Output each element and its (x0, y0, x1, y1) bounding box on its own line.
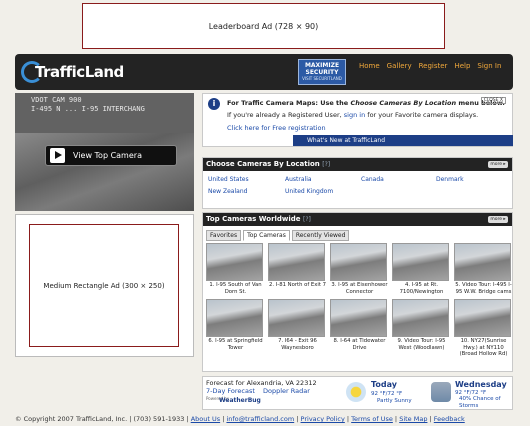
tab-top-cameras[interactable]: Top Cameras (243, 230, 290, 241)
location-new-zealand[interactable]: New Zealand (208, 188, 247, 195)
tab-recently-viewed[interactable]: Recently Viewed (291, 230, 350, 241)
footer-feedback[interactable]: Feedback (434, 415, 465, 423)
doppler-radar-link[interactable]: Doppler Radar (263, 387, 310, 395)
footer-privacy[interactable]: Privacy Policy (301, 415, 345, 423)
footer-about-us[interactable]: About Us (191, 415, 220, 423)
footer-site-map[interactable]: Site Map (399, 415, 427, 423)
wednesday-label: Wednesday (455, 380, 507, 389)
nav-gallery[interactable]: Gallery (387, 62, 412, 70)
camera-image (454, 299, 511, 337)
camera-thumb[interactable]: 3. I-95 at Eisenhower Connector (330, 243, 389, 295)
camera-overlay-text: VDOT CAM 900 I-495 N ... I-95 INTERCHANG (31, 96, 145, 113)
nav-register[interactable]: Register (419, 62, 448, 70)
maximize-security-banner[interactable]: MAXIMIZE SECURITY VISIT SECURITLAND (298, 59, 346, 85)
trafficland-logo[interactable]: TrafficLand (21, 59, 129, 85)
camera-tabs: Favorites Top Cameras Recently Viewed (206, 230, 350, 241)
leaderboard-ad[interactable]: Leaderboard Ad (728 × 90) (82, 3, 445, 49)
close-info-button[interactable]: CLOSE X (480, 97, 506, 104)
more-button[interactable]: more ▸ (488, 216, 508, 223)
weatherbug-logo[interactable]: WeatherBug (219, 397, 261, 404)
camera-thumb[interactable]: 4. I-95 at Rt. 7100/Newington (392, 243, 451, 295)
camera-thumb[interactable]: 1. I-95 South of Van Dorn St. (206, 243, 265, 295)
camera-image (268, 243, 325, 281)
tab-favorites[interactable]: Favorites (206, 230, 242, 241)
camera-image (392, 243, 449, 281)
sign-in-link[interactable]: sign in (344, 111, 365, 119)
camera-thumb[interactable]: 2. I-81 North of Exit 7 (268, 243, 327, 295)
nav-help[interactable]: Help (454, 62, 470, 70)
camera-image (330, 299, 387, 337)
footer: © Copyright 2007 TrafficLand, Inc. | (70… (15, 415, 465, 423)
location-us[interactable]: United States (208, 176, 249, 183)
info-icon: i (208, 98, 220, 110)
play-icon (50, 148, 65, 163)
top-camera-video[interactable]: VDOT CAM 900 I-495 N ... I-95 INTERCHANG… (15, 93, 194, 211)
camera-image (330, 243, 387, 281)
camera-image (268, 299, 325, 337)
camera-image (392, 299, 449, 337)
panel-header: Choose Cameras By Location [?] more ▸ (203, 158, 512, 171)
camera-thumb[interactable]: 5. Video Tour: I-495 I-95 W.W. Bridge ca… (454, 243, 513, 295)
camera-thumb[interactable]: 8. I-64 at Tidewater Drive (330, 299, 389, 358)
footer-terms[interactable]: Terms of Use (351, 415, 393, 423)
camera-image (206, 243, 263, 281)
info-line-1: For Traffic Camera Maps: Use the Choose … (227, 99, 505, 107)
location-uk[interactable]: United Kingdom (285, 188, 333, 195)
info-box: i For Traffic Camera Maps: Use the Choos… (202, 93, 513, 147)
weather-links: 7-Day Forecast Doppler Radar (206, 387, 316, 395)
choose-location-panel: Choose Cameras By Location [?] more ▸ Uni… (202, 157, 513, 209)
seven-day-forecast-link[interactable]: 7-Day Forecast (206, 387, 255, 395)
footer-email[interactable]: info@trafficland.com (226, 415, 294, 423)
camera-thumb[interactable]: 6. I-95 at Springfield Tower (206, 299, 265, 358)
more-button[interactable]: more ▸ (488, 161, 508, 168)
storms-icon (431, 382, 451, 402)
weather-widget: Forecast for Alexandria, VA 22312 7-Day … (202, 376, 513, 410)
whats-new-link[interactable]: What's New at TrafficLand (293, 135, 513, 146)
medium-rectangle-ad-container: Medium Rectangle Ad (300 × 250) (15, 214, 194, 357)
today-label: Today (371, 380, 397, 389)
today-condition: Partly Sunny (377, 398, 412, 404)
location-canada[interactable]: Canada (361, 176, 384, 183)
camera-grid: 1. I-95 South of Van Dorn St. 2. I-81 No… (206, 243, 513, 358)
nav-sign-in[interactable]: Sign In (477, 62, 501, 70)
info-line-2: If you're already a Registered User, sig… (227, 111, 479, 119)
camera-image (206, 299, 263, 337)
panel-header: Top Cameras Worldwide [?] more ▸ (203, 213, 512, 226)
wednesday-condition: 40% Chance of Storms (459, 396, 501, 409)
camera-thumb[interactable]: 10. NY27(Sunrise Hwy.) at NY110 (Broad H… (454, 299, 513, 358)
camera-thumb[interactable]: 7. I64 - Exit 96 Waynesboro (268, 299, 327, 358)
site-header: TrafficLand MAXIMIZE SECURITY VISIT SECU… (15, 54, 513, 90)
nav-home[interactable]: Home (359, 62, 380, 70)
location-denmark[interactable]: Denmark (436, 176, 464, 183)
medium-rectangle-ad[interactable]: Medium Rectangle Ad (300 × 250) (29, 224, 179, 347)
top-cameras-panel: Top Cameras Worldwide [?] more ▸ Favorite… (202, 212, 513, 372)
location-australia[interactable]: Australia (285, 176, 312, 183)
partly-sunny-icon (346, 382, 366, 402)
today-temp: 92 °F/72 °F (371, 391, 403, 397)
camera-thumb[interactable]: 9. Video Tour: I-95 West (Woodlawn) (392, 299, 451, 358)
free-registration-link[interactable]: Click here for Free registration (227, 124, 326, 132)
view-top-camera-button[interactable]: View Top Camera (45, 145, 177, 166)
forecast-location: Forecast for Alexandria, VA 22312 (206, 379, 317, 387)
camera-image (454, 243, 511, 281)
main-nav: Home Gallery Register Help Sign In (359, 62, 501, 70)
